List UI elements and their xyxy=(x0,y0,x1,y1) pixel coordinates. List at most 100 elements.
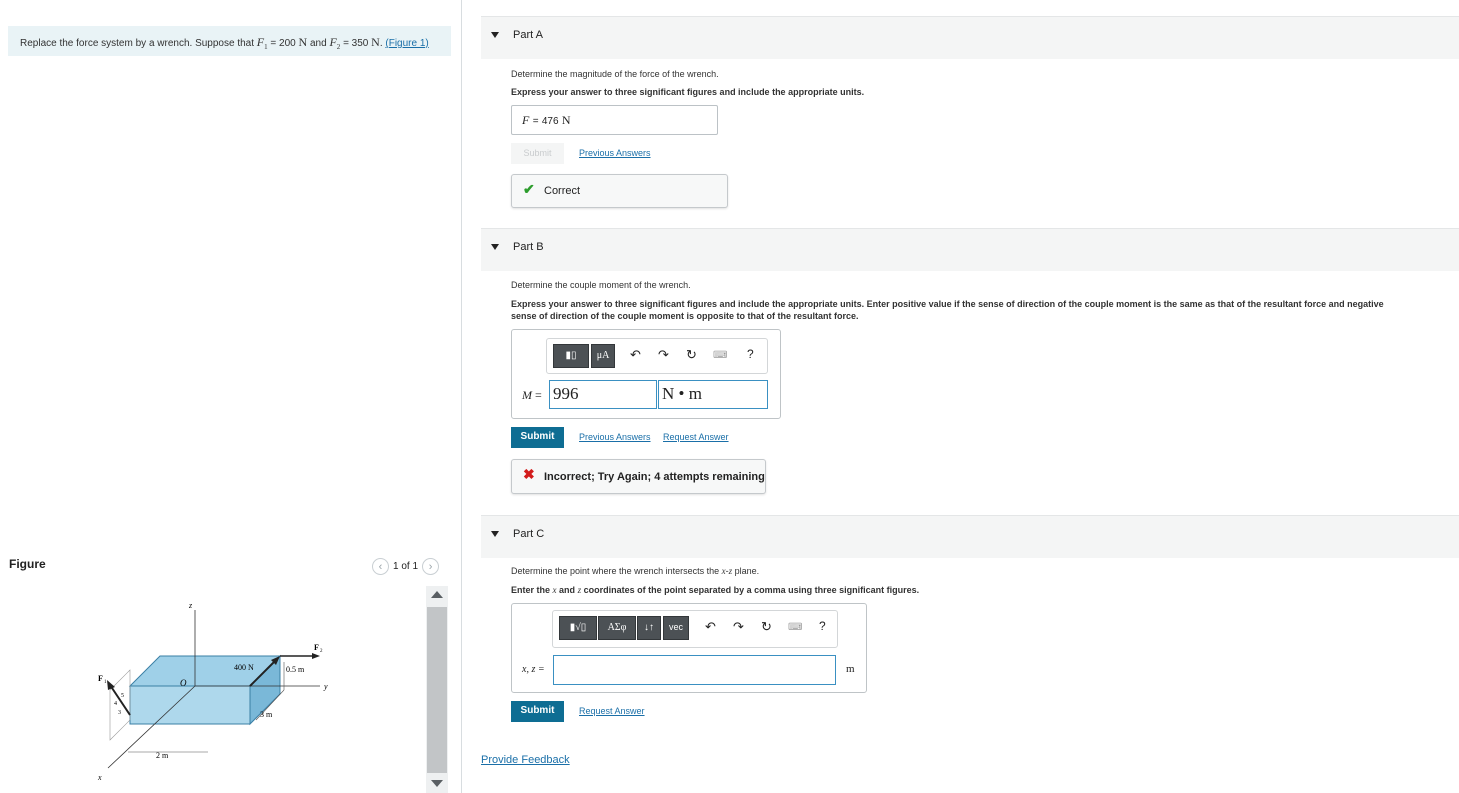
figure-title: Figure xyxy=(9,557,46,571)
part-a-instruction: Express your answer to three significant… xyxy=(511,87,865,97)
part-c-header[interactable]: Part C xyxy=(481,515,1459,558)
help-button[interactable]: ? xyxy=(747,347,754,361)
scroll-up-arrow-icon[interactable] xyxy=(431,591,443,598)
part-c-instruction: Enter the x and z coordinates of the poi… xyxy=(511,585,919,595)
label-y: y xyxy=(323,682,328,691)
instr-z: z xyxy=(577,585,582,595)
provide-feedback-link[interactable]: Provide Feedback xyxy=(481,754,570,766)
label-z: z xyxy=(188,601,193,610)
f2-subscript: 2 xyxy=(336,43,341,51)
label-ratio-5: 5 xyxy=(121,693,124,699)
templates-icon[interactable]: ▮▯ xyxy=(553,344,589,368)
part-c-math-editor: ▮√▯ ΑΣφ ↓↑ vec ↶ ↷ ↻ ⌨ ? x, z = m xyxy=(511,603,867,693)
part-a-previous-answers-link[interactable]: Previous Answers xyxy=(579,148,651,158)
part-b-math-editor: ▮▯ μA ↶ ↷ ↻ ⌨ ? M = 996 N • m xyxy=(511,329,781,419)
part-a-answer: F = 476 N xyxy=(511,105,718,135)
figure-diagram: z y x O F 1 F 2 400 N 0.5 m 3 m 2 m 5 4 … xyxy=(97,601,328,782)
label-f1: F xyxy=(98,674,103,683)
part-c-submit-button[interactable]: Submit xyxy=(511,701,564,722)
and-text: and xyxy=(309,38,327,49)
part-b-toolbar: ▮▯ μA ↶ ↷ ↻ ⌨ ? xyxy=(546,338,768,374)
keyboard-icon[interactable]: ⌨ xyxy=(713,350,727,361)
part-c-answer-input[interactable] xyxy=(553,655,836,685)
f1-arrowhead xyxy=(107,680,115,690)
figure-link[interactable]: (Figure 1) xyxy=(385,38,428,49)
part-a-submit-button: Submit xyxy=(511,143,564,164)
help-button[interactable]: ? xyxy=(819,619,826,633)
caret-down-icon[interactable] xyxy=(491,32,499,38)
question-suffix: plane. xyxy=(734,566,760,576)
answer-var: F xyxy=(522,113,530,127)
box-front-face xyxy=(129,685,251,725)
f2-value: = 350 xyxy=(343,38,369,49)
undo-icon[interactable]: ↶ xyxy=(630,347,641,363)
part-a-feedback: ✔ Correct xyxy=(511,174,728,208)
part-a-header[interactable]: Part A xyxy=(481,16,1459,59)
label-400n: 400 N xyxy=(234,663,254,672)
part-b-answer-label: M = xyxy=(522,388,542,403)
part-c-request-answer-link[interactable]: Request Answer xyxy=(579,706,645,716)
part-a-question: Determine the magnitude of the force of … xyxy=(511,69,719,79)
plane-z: z xyxy=(728,566,733,576)
reset-icon[interactable]: ↻ xyxy=(686,347,697,363)
redo-icon[interactable]: ↷ xyxy=(658,347,669,363)
answer-var: M xyxy=(522,388,532,402)
problem-panel: Replace the force system by a wrench. Su… xyxy=(0,0,462,793)
label-ratio-3: 3 xyxy=(118,710,121,716)
part-b-previous-answers-link[interactable]: Previous Answers xyxy=(579,432,651,442)
f1-value: = 200 xyxy=(270,38,296,49)
greek-button[interactable]: ΑΣφ xyxy=(598,616,636,640)
answer-eq: = xyxy=(535,388,542,402)
check-icon: ✔ xyxy=(523,181,535,197)
part-b-question: Determine the couple moment of the wrenc… xyxy=(511,280,691,290)
part-b-value-input[interactable]: 996 xyxy=(549,380,657,409)
f1-plane xyxy=(109,669,131,741)
chevron-right-icon[interactable]: › xyxy=(422,558,440,575)
label-x: x xyxy=(97,773,102,782)
period: . xyxy=(379,38,383,49)
part-b-submit-button[interactable]: Submit xyxy=(511,427,564,448)
part-b-request-answer-link[interactable]: Request Answer xyxy=(663,432,729,442)
arrows-button[interactable]: ↓↑ xyxy=(637,616,661,640)
label-3m: 3 m xyxy=(260,710,273,719)
answer-unit: N xyxy=(561,113,571,127)
part-c-question: Determine the point where the wrench int… xyxy=(511,566,759,576)
caret-down-icon[interactable] xyxy=(491,244,499,250)
caret-down-icon[interactable] xyxy=(491,531,499,537)
label-05m: 0.5 m xyxy=(286,665,305,674)
f1-unit: N xyxy=(298,35,308,49)
keyboard-icon[interactable]: ⌨ xyxy=(788,622,802,633)
part-b-header[interactable]: Part B xyxy=(481,228,1459,271)
pager-text: 1 of 1 xyxy=(393,561,419,572)
instr-and: and xyxy=(559,585,576,595)
redo-icon[interactable]: ↷ xyxy=(733,619,744,635)
instr-prefix: Enter the xyxy=(511,585,551,595)
answer-value: 476 xyxy=(541,116,559,127)
part-c-unit: m xyxy=(846,663,855,675)
figure-scrollbar-thumb[interactable] xyxy=(427,607,447,773)
part-b-instruction-line2: sense of direction of the couple moment … xyxy=(511,311,859,321)
x-icon: ✖ xyxy=(523,466,535,482)
vec-button[interactable]: vec xyxy=(663,616,689,640)
templates-icon[interactable]: ▮√▯ xyxy=(559,616,597,640)
chevron-left-icon[interactable]: ‹ xyxy=(372,558,389,575)
units-button[interactable]: μA xyxy=(591,344,615,368)
part-c-answer-label: x, z = xyxy=(522,664,545,675)
feedback-text: Correct xyxy=(544,185,581,197)
part-c-label: Part C xyxy=(513,528,545,540)
reset-icon[interactable]: ↻ xyxy=(761,619,772,635)
part-c-toolbar: ▮√▯ ΑΣφ ↓↑ vec ↶ ↷ ↻ ⌨ ? xyxy=(552,610,838,648)
part-b-label: Part B xyxy=(513,241,544,253)
label-o: O xyxy=(180,678,187,688)
f2-arrowhead xyxy=(312,653,320,659)
label-f2: F xyxy=(314,643,319,652)
figure-pager: ‹ 1 of 1 › xyxy=(372,558,440,575)
undo-icon[interactable]: ↶ xyxy=(705,619,716,635)
f2-unit: N xyxy=(371,35,380,49)
scroll-down-arrow-icon[interactable] xyxy=(431,780,443,787)
part-b-unit-input[interactable]: N • m xyxy=(658,380,768,409)
feedback-text: Incorrect; Try Again; 4 attempts remaini… xyxy=(544,471,765,483)
mastering-problem-page: Replace the force system by a wrench. Su… xyxy=(0,0,1459,793)
question-prefix: Determine the point where the wrench int… xyxy=(511,566,720,576)
instr-suffix: coordinates of the point separated by a … xyxy=(583,585,920,595)
